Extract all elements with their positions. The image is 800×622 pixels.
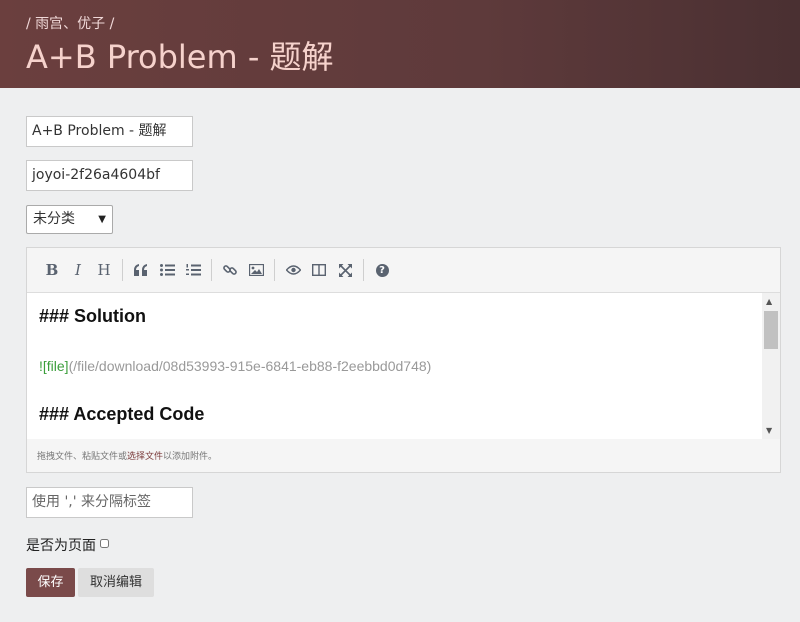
editor-text-area[interactable]: ### Solution ![file](/file/download/08d5… bbox=[27, 292, 780, 439]
page-title: A+B Problem - 题解 bbox=[26, 38, 334, 76]
quote-icon[interactable] bbox=[128, 257, 154, 283]
category-select[interactable]: 未分类 ▼ bbox=[26, 205, 113, 234]
is-page-checkbox[interactable] bbox=[100, 539, 109, 548]
breadcrumb[interactable]: / 雨宫、优子 / bbox=[26, 14, 774, 34]
status-text: 拖拽文件、粘贴文件或 bbox=[37, 452, 128, 462]
chevron-down-icon: ▼ bbox=[98, 214, 106, 225]
image-markup: ![file] bbox=[39, 358, 69, 374]
scroll-up-icon[interactable]: ▲ bbox=[766, 297, 772, 306]
category-select-value: 未分类 bbox=[33, 211, 75, 227]
italic-button[interactable]: I bbox=[65, 257, 91, 283]
is-page-row: 是否为页面 bbox=[26, 535, 109, 555]
fullscreen-icon[interactable] bbox=[332, 257, 358, 283]
editor-line: ### Solution bbox=[39, 306, 147, 326]
toolbar-divider bbox=[122, 259, 123, 281]
status-text: 以添加附件。 bbox=[163, 452, 218, 462]
editor-line: ### Accepted Code bbox=[39, 404, 205, 424]
editor-line: ![file](/file/download/08d53993-915e-684… bbox=[39, 358, 431, 374]
eye-icon[interactable] bbox=[280, 257, 306, 283]
unordered-list-icon[interactable] bbox=[154, 257, 180, 283]
editor-status-bar: 拖拽文件、粘贴文件或选择文件以添加附件。 bbox=[37, 449, 217, 462]
page-header: / 雨宫、优子 / A+B Problem - 题解 bbox=[0, 0, 800, 88]
tags-input[interactable]: 使用 ',' 来分隔标签 bbox=[26, 487, 193, 518]
toolbar-divider bbox=[363, 259, 364, 281]
image-url: (/file/download/08d53993-915e-6841-eb88-… bbox=[68, 358, 432, 374]
image-icon[interactable] bbox=[243, 257, 269, 283]
toolbar-divider bbox=[274, 259, 275, 281]
save-button[interactable]: 保存 bbox=[26, 568, 75, 597]
help-icon[interactable]: ? bbox=[369, 257, 395, 283]
ordered-list-icon[interactable] bbox=[180, 257, 206, 283]
cancel-button[interactable]: 取消编辑 bbox=[78, 568, 154, 597]
bold-button[interactable]: B bbox=[39, 257, 65, 283]
link-icon[interactable] bbox=[217, 257, 243, 283]
choose-file-link[interactable]: 选择文件 bbox=[127, 452, 163, 462]
editor-toolbar: B I H ? bbox=[27, 248, 780, 292]
heading-button[interactable]: H bbox=[91, 257, 117, 283]
markdown-editor: B I H ? ### Solution ![file](/file/downl… bbox=[26, 247, 781, 473]
scroll-thumb[interactable] bbox=[764, 311, 778, 349]
scroll-down-icon[interactable]: ▼ bbox=[766, 426, 772, 435]
toolbar-divider bbox=[211, 259, 212, 281]
editor-scrollbar[interactable]: ▲ ▼ bbox=[762, 293, 780, 439]
help-icon-glyph: ? bbox=[375, 263, 389, 277]
columns-icon[interactable] bbox=[306, 257, 332, 283]
url-input[interactable]: joyoi-2f26a4604bf bbox=[26, 160, 193, 191]
is-page-label: 是否为页面 bbox=[26, 538, 96, 554]
title-input[interactable]: A+B Problem - 题解 bbox=[26, 116, 193, 147]
